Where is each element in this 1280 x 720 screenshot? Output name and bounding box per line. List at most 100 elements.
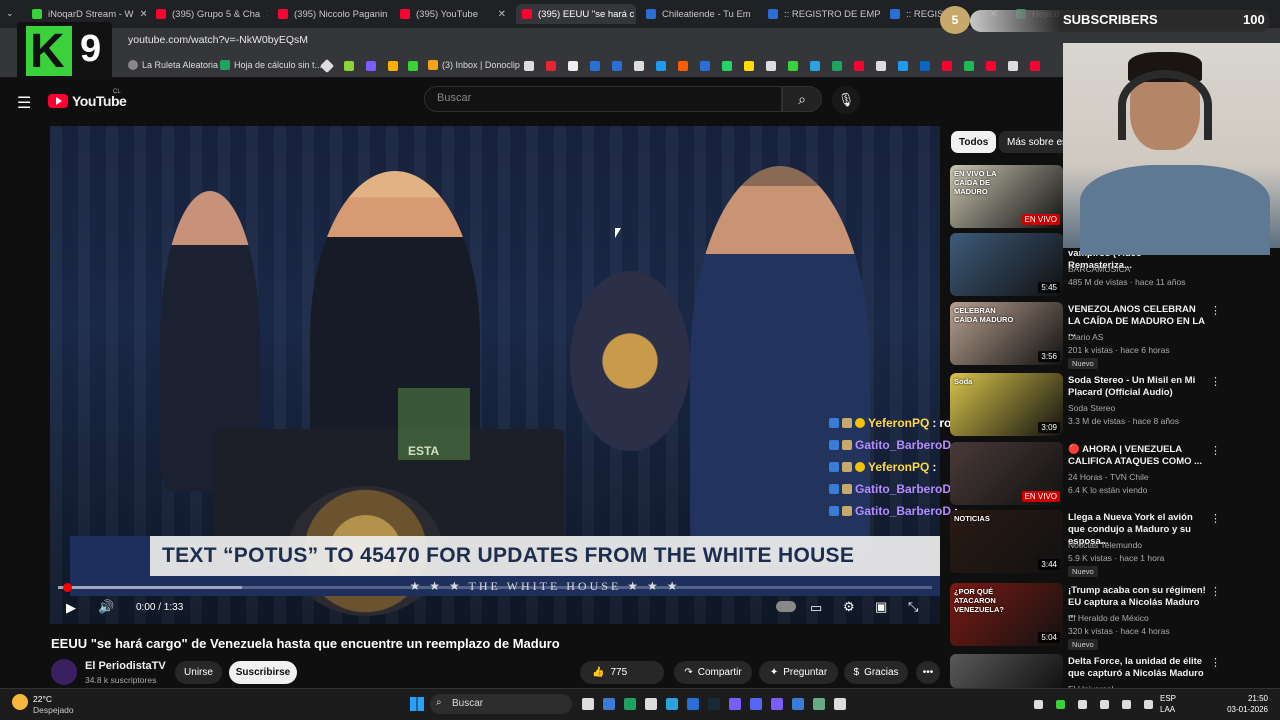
recommendation-channel[interactable]: Noticias Telemundo xyxy=(1068,540,1142,550)
subscribe-button[interactable]: Suscribirse xyxy=(229,661,297,684)
browser-tab[interactable]: (395) YouTube ✕ xyxy=(394,4,512,24)
recommendation-title[interactable]: Soda Stereo - Un Misil en Mi Placard (Of… xyxy=(1068,375,1208,399)
taskbar-app-icon[interactable] xyxy=(687,698,699,710)
like-button[interactable]: 👍 775 xyxy=(580,661,664,684)
bookmark-app-icon[interactable] xyxy=(388,61,398,71)
bookmark-icon[interactable] xyxy=(634,61,644,71)
channel-avatar[interactable] xyxy=(51,659,77,685)
recommendation-thumbnail[interactable]: CELEBRAN CAÍDA MADURO 3:56 xyxy=(950,302,1063,365)
recommendation-thumbnail[interactable] xyxy=(950,654,1063,688)
search-button[interactable]: ⌕ xyxy=(782,86,822,112)
join-button[interactable]: Unirse xyxy=(175,661,222,684)
more-options-icon[interactable]: ⋮ xyxy=(1210,375,1221,388)
autoplay-toggle[interactable] xyxy=(776,601,796,612)
clock-date[interactable]: 03-01-2026 xyxy=(1222,705,1268,714)
bookmark-icon[interactable] xyxy=(964,61,974,71)
more-options-icon[interactable]: ⋮ xyxy=(1210,585,1221,598)
taskbar-app-icon[interactable] xyxy=(834,698,846,710)
thanks-button[interactable]: $ Gracias xyxy=(844,661,908,684)
weather-desc[interactable]: Despejado xyxy=(33,705,74,715)
bookmark-ruleta[interactable]: La Ruleta Aleatoria xyxy=(128,60,218,70)
taskbar-app-icon[interactable] xyxy=(750,698,762,710)
video-player[interactable]: ESTA TEXT “POTUS” TO 45470 FOR UPDATES F… xyxy=(50,126,940,624)
bookmark-icon[interactable] xyxy=(546,61,556,71)
system-tray-icon[interactable] xyxy=(1144,700,1153,709)
browser-tab[interactable]: (395) Niccolo Paganin✕ xyxy=(272,4,390,24)
share-button[interactable]: ↷ Compartir xyxy=(674,661,752,684)
more-options-icon[interactable]: ⋮ xyxy=(1210,512,1221,525)
taskbar-app-icon[interactable] xyxy=(729,698,741,710)
taskbar-app-icon[interactable] xyxy=(645,698,657,710)
youtube-logo[interactable]: YouTube xyxy=(48,93,127,109)
more-actions-button[interactable]: ••• xyxy=(916,661,940,684)
ask-button[interactable]: ✦ Preguntar xyxy=(759,661,838,684)
recommendation-channel[interactable]: Soda Stereo xyxy=(1068,403,1115,413)
bookmark-icon[interactable] xyxy=(898,61,908,71)
recommendation-thumbnail[interactable]: EN VIVO xyxy=(950,442,1063,505)
miniplayer-icon[interactable]: ▣ xyxy=(875,599,887,615)
browser-tab[interactable]: Chileatiende - Tu Em ✕ xyxy=(640,4,758,24)
more-options-icon[interactable]: ⋮ xyxy=(1210,444,1221,457)
bookmark-icon[interactable] xyxy=(810,61,820,71)
system-tray-icon[interactable] xyxy=(1034,700,1043,709)
taskbar-app-icon[interactable] xyxy=(771,698,783,710)
bookmark-icon[interactable] xyxy=(656,61,666,71)
bookmark-icon[interactable] xyxy=(1030,61,1040,71)
bookmark-icon[interactable] xyxy=(524,61,534,71)
bookmark-app-icon[interactable] xyxy=(366,61,376,71)
tab-search-icon[interactable]: ⌄ xyxy=(6,8,14,19)
taskbar-app-icon[interactable] xyxy=(708,698,720,710)
tab-close-icon[interactable]: ✕ xyxy=(757,9,758,20)
tab-close-icon[interactable]: ✕ xyxy=(140,9,146,20)
more-options-icon[interactable]: ⋮ xyxy=(1210,656,1221,669)
taskbar-app-icon[interactable] xyxy=(582,698,594,710)
bookmark-icon[interactable] xyxy=(722,61,732,71)
recommendation-title[interactable]: Delta Force, la unidad de élite que capt… xyxy=(1068,656,1208,680)
bookmark-icon[interactable] xyxy=(568,61,578,71)
recommendation-channel[interactable]: BARCAMUSICA xyxy=(1068,264,1130,274)
play-icon[interactable]: ▶ xyxy=(66,600,76,616)
taskbar-app-icon[interactable] xyxy=(624,698,636,710)
bookmark-icon[interactable] xyxy=(920,61,930,71)
weather-temp[interactable]: 22°C xyxy=(33,694,52,704)
bookmark-icon[interactable] xyxy=(986,61,996,71)
bookmark-icon[interactable] xyxy=(678,61,688,71)
taskbar-app-icon[interactable] xyxy=(813,698,825,710)
taskbar-app-icon[interactable] xyxy=(603,698,615,710)
bookmark-icon[interactable] xyxy=(788,61,798,71)
progress-scrubber[interactable] xyxy=(63,583,72,592)
chip-all[interactable]: Todos xyxy=(951,131,997,153)
system-tray-icon[interactable] xyxy=(1078,700,1087,709)
channel-name[interactable]: El PeriodistaTV xyxy=(85,660,166,672)
weather-sun-icon[interactable] xyxy=(12,694,28,710)
url-text[interactable]: youtube.com/watch?v=-NkW0byEQsM xyxy=(128,34,308,46)
bookmark-icon[interactable] xyxy=(876,61,886,71)
bookmark-icon[interactable] xyxy=(700,61,710,71)
windows-start-icon[interactable] xyxy=(410,697,424,711)
bookmark-kick-icon[interactable] xyxy=(408,61,418,71)
taskbar-search[interactable]: Buscar xyxy=(430,694,572,714)
language-code[interactable]: ESP xyxy=(1160,694,1176,703)
browser-tab[interactable]: :: REGISTRO DE EMP✕ xyxy=(762,4,880,24)
language-layout[interactable]: LAA xyxy=(1160,705,1175,714)
recommendation-channel[interactable]: 24 Horas - TVN Chile xyxy=(1068,472,1149,482)
recommendation-thumbnail[interactable]: EN VIVO LA CAÍDA DE MADURO EN VIVO xyxy=(950,165,1063,228)
browser-tab[interactable]: iNoqarD Stream - W ✕ xyxy=(26,4,146,24)
recommendation-thumbnail[interactable]: 5:45 xyxy=(950,233,1063,296)
browser-tab[interactable]: (395) EEUU "se hará c✕ xyxy=(516,4,636,24)
system-tray-icon[interactable] xyxy=(1122,700,1131,709)
tab-close-icon[interactable]: ✕ xyxy=(498,9,506,20)
fullscreen-icon[interactable]: ⤡ xyxy=(908,599,918,615)
bookmark-x-icon[interactable] xyxy=(344,61,354,71)
bookmark-hoja[interactable]: Hoja de cálculo sin t... xyxy=(220,60,322,70)
bookmark-icon[interactable] xyxy=(832,61,842,71)
recommendation-thumbnail[interactable]: ¿POR QUÉ ATACARON VENEZUELA? 5:04 xyxy=(950,583,1063,646)
hamburger-menu-icon[interactable]: ☰ xyxy=(17,93,31,113)
voice-search-button[interactable]: 🎙 xyxy=(832,86,860,114)
bookmark-icon[interactable] xyxy=(854,61,864,71)
search-input[interactable]: Buscar xyxy=(424,86,782,112)
more-options-icon[interactable]: ⋮ xyxy=(1210,304,1221,317)
taskbar-app-icon[interactable] xyxy=(666,698,678,710)
recommendation-channel[interactable]: El Heraldo de México xyxy=(1068,613,1149,623)
recommendation-title[interactable]: 🔴 AHORA | VENEZUELA CALIFICA ATAQUES COM… xyxy=(1068,444,1208,468)
